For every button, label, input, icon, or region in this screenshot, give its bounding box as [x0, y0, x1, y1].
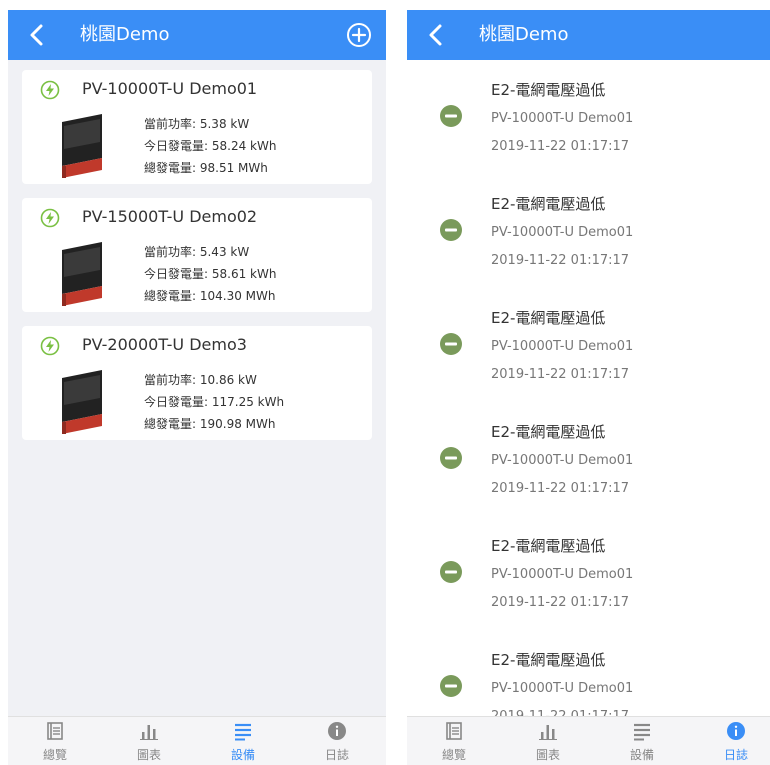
status-ok-icon [40, 80, 60, 100]
tab-label: 設備 [629, 748, 654, 762]
tab-chart[interactable]: 圖表 [501, 717, 595, 765]
page-title: 桃園Demo [80, 24, 170, 45]
log-device: PV-10000T-U Demo01 [491, 339, 634, 354]
tab-devices[interactable]: 設備 [595, 717, 689, 765]
log-title: E2-電網電壓過低 [491, 423, 606, 441]
total-energy: 總發電量: 104.30 MWh [144, 289, 276, 303]
today-energy: 今日發電量: 58.61 kWh [144, 267, 277, 281]
log-title: E2-電網電壓過低 [491, 651, 606, 669]
status-ok-icon [40, 208, 60, 228]
minus-circle-icon [439, 104, 463, 128]
chevron-left-icon [429, 24, 442, 46]
log-title: E2-電網電壓過低 [491, 309, 606, 327]
log-device: PV-10000T-U Demo01 [491, 567, 634, 582]
device-name: PV-20000T-U Demo3 [82, 335, 247, 354]
log-device: PV-10000T-U Demo01 [491, 453, 634, 468]
tab-chart[interactable]: 圖表 [102, 717, 196, 765]
log-list: E2-電網電壓過低 PV-10000T-U Demo01 2019-11-22 … [407, 60, 770, 716]
tab-label: 日誌 [723, 748, 748, 762]
total-energy: 總發電量: 190.98 MWh [144, 417, 276, 431]
log-time: 2019-11-22 01:17:17 [491, 708, 629, 716]
info-icon [726, 721, 746, 741]
tab-label: 設備 [230, 748, 255, 762]
info-icon [327, 721, 347, 741]
minus-circle-icon [439, 218, 463, 242]
tab-devices[interactable]: 設備 [196, 717, 290, 765]
device-name: PV-10000T-U Demo01 [82, 79, 258, 98]
device-list-icon [632, 721, 652, 741]
device-card[interactable]: PV-10000T-U Demo01 當前功率: 5.38 kW 今日發電量: … [22, 70, 372, 184]
log-item[interactable]: E2-電網電壓過低 PV-10000T-U Demo01 2019-11-22 … [407, 516, 770, 631]
back-button[interactable] [425, 22, 447, 48]
log-time: 2019-11-22 01:17:17 [491, 595, 630, 610]
overview-icon [444, 721, 464, 741]
current-power: 當前功率: 5.38 kW [144, 117, 250, 131]
today-energy: 今日發電量: 117.25 kWh [144, 395, 285, 409]
page-title: 桃園Demo [479, 24, 569, 45]
log-title: E2-電網電壓過低 [491, 537, 606, 555]
chevron-left-icon [30, 24, 43, 46]
log-device: PV-10000T-U Demo01 [491, 225, 634, 240]
current-power: 當前功率: 10.86 kW [144, 373, 257, 387]
tab-label: 圖表 [535, 748, 560, 762]
chart-icon [139, 721, 159, 741]
inverter-image [56, 112, 108, 178]
log-item[interactable]: E2-電網電壓過低 PV-10000T-U Demo01 2019-11-22 … [407, 174, 770, 289]
tab-label: 日誌 [324, 748, 349, 762]
back-button[interactable] [26, 22, 48, 48]
plus-circle-icon [347, 23, 371, 47]
inverter-image [56, 368, 108, 434]
inverter-image [56, 240, 108, 306]
device-list-screen: 桃園Demo PV-10000T-U Demo01 當前功率: 5.38 kW … [8, 10, 386, 765]
status-ok-icon [40, 336, 60, 356]
tab-overview[interactable]: 總覽 [8, 717, 102, 765]
tab-overview[interactable]: 總覽 [407, 717, 501, 765]
app-header: 桃園Demo [407, 10, 770, 60]
bottom-tab-bar: 總覽 圖表 設備 日誌 [8, 716, 386, 765]
minus-circle-icon [439, 446, 463, 470]
tab-label: 總覽 [441, 748, 466, 762]
minus-circle-icon [439, 560, 463, 584]
log-device: PV-10000T-U Demo01 [491, 111, 634, 126]
log-time: 2019-11-22 01:17:17 [491, 367, 630, 382]
overview-icon [45, 721, 65, 741]
chart-icon [538, 721, 558, 741]
bottom-tab-bar: 總覽 圖表 設備 日誌 [407, 716, 770, 765]
tab-log[interactable]: 日誌 [689, 717, 770, 765]
app-header: 桃園Demo [8, 10, 386, 60]
add-device-button[interactable] [346, 22, 372, 48]
log-time: 2019-11-22 01:17:17 [491, 139, 630, 154]
device-card[interactable]: PV-20000T-U Demo3 當前功率: 10.86 kW 今日發電量: … [22, 326, 372, 440]
log-item[interactable]: E2-電網電壓過低 PV-10000T-U Demo01 2019-11-22 … [407, 402, 770, 517]
tab-label: 總覽 [42, 748, 67, 762]
total-energy: 總發電量: 98.51 MWh [144, 161, 268, 175]
tab-log[interactable]: 日誌 [290, 717, 384, 765]
log-item[interactable]: E2-電網電壓過低 PV-10000T-U Demo01 2019-11-22 … [407, 630, 770, 716]
tab-label: 圖表 [136, 748, 161, 762]
log-title: E2-電網電壓過低 [491, 81, 606, 99]
current-power: 當前功率: 5.43 kW [144, 245, 250, 259]
log-screen: 桃園Demo E2-電網電壓過低 PV-10000T-U Demo01 2019… [407, 10, 770, 765]
log-item[interactable]: E2-電網電壓過低 PV-10000T-U Demo01 2019-11-22 … [407, 288, 770, 403]
log-time: 2019-11-22 01:17:17 [491, 253, 630, 268]
device-name: PV-15000T-U Demo02 [82, 207, 258, 226]
log-title: E2-電網電壓過低 [491, 195, 606, 213]
log-device: PV-10000T-U Demo01 [491, 681, 634, 696]
log-item[interactable]: E2-電網電壓過低 PV-10000T-U Demo01 2019-11-22 … [407, 60, 770, 175]
device-card[interactable]: PV-15000T-U Demo02 當前功率: 5.43 kW 今日發電量: … [22, 198, 372, 312]
minus-circle-icon [439, 674, 463, 698]
today-energy: 今日發電量: 58.24 kWh [144, 139, 277, 153]
log-time: 2019-11-22 01:17:17 [491, 481, 630, 496]
device-list-icon [233, 721, 253, 741]
minus-circle-icon [439, 332, 463, 356]
